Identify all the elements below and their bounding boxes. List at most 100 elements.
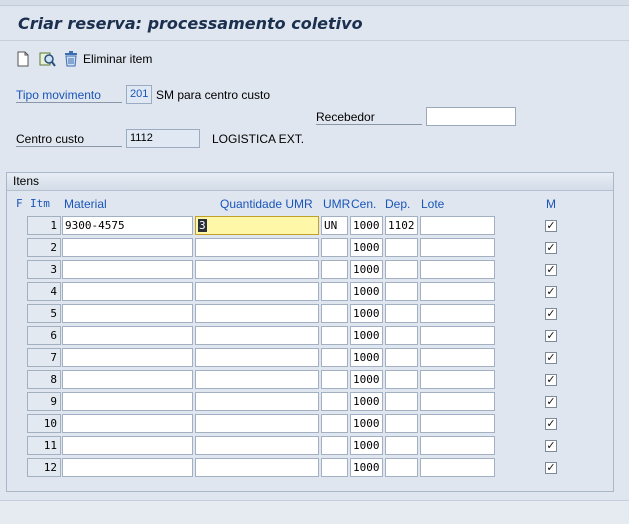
quantity-input[interactable] — [195, 348, 319, 367]
unit-input[interactable] — [321, 348, 348, 367]
final-issue-checkbox[interactable]: ✓ — [545, 396, 557, 408]
unit-input[interactable] — [321, 436, 348, 455]
storage-location-input[interactable] — [385, 304, 418, 323]
unit-input[interactable] — [321, 282, 348, 301]
final-issue-checkbox[interactable]: ✓ — [545, 220, 557, 232]
plant-input[interactable]: 1000 — [350, 326, 383, 345]
page-title: Criar reserva: processamento coletivo — [18, 14, 363, 33]
quantity-input[interactable] — [195, 436, 319, 455]
final-issue-checkbox[interactable]: ✓ — [545, 462, 557, 474]
plant-input[interactable]: 1000 — [350, 238, 383, 257]
final-issue-checkbox[interactable]: ✓ — [545, 286, 557, 298]
unit-input[interactable] — [321, 458, 348, 477]
batch-input[interactable] — [420, 392, 495, 411]
batch-input[interactable] — [420, 458, 495, 477]
unit-input[interactable] — [321, 414, 348, 433]
item-number-cell: 4 — [27, 282, 61, 301]
storage-location-input[interactable] — [385, 414, 418, 433]
material-input[interactable] — [62, 414, 193, 433]
material-input[interactable] — [62, 348, 193, 367]
find-icon[interactable] — [38, 50, 56, 68]
quantity-input[interactable] — [195, 392, 319, 411]
material-input[interactable]: 9300-4575 — [62, 216, 193, 235]
plant-input[interactable]: 1000 — [350, 260, 383, 279]
plant-input[interactable]: 1000 — [350, 458, 383, 477]
storage-location-input[interactable] — [385, 392, 418, 411]
unit-input[interactable] — [321, 326, 348, 345]
plant-input[interactable]: 1000 — [350, 392, 383, 411]
item-number-cell: 12 — [27, 458, 61, 477]
unit-input[interactable] — [321, 392, 348, 411]
plant-input[interactable]: 1000 — [350, 216, 383, 235]
storage-location-input[interactable] — [385, 238, 418, 257]
plant-input[interactable]: 1000 — [350, 414, 383, 433]
material-input[interactable] — [62, 304, 193, 323]
quantity-input[interactable] — [195, 238, 319, 257]
plant-input[interactable]: 1000 — [350, 304, 383, 323]
final-issue-checkbox[interactable]: ✓ — [545, 374, 557, 386]
quantity-input[interactable] — [195, 260, 319, 279]
storage-location-input[interactable] — [385, 260, 418, 279]
storage-location-input[interactable] — [385, 436, 418, 455]
material-input[interactable] — [62, 260, 193, 279]
recipient-input[interactable] — [426, 107, 516, 126]
material-input[interactable] — [62, 458, 193, 477]
quantity-input[interactable] — [195, 458, 319, 477]
storage-location-input[interactable] — [385, 348, 418, 367]
plant-input[interactable]: 1000 — [350, 348, 383, 367]
material-input[interactable] — [62, 392, 193, 411]
quantity-input[interactable] — [195, 326, 319, 345]
unit-input[interactable] — [321, 304, 348, 323]
quantity-input[interactable] — [195, 304, 319, 323]
batch-input[interactable] — [420, 436, 495, 455]
batch-input[interactable] — [420, 304, 495, 323]
final-issue-checkbox[interactable]: ✓ — [545, 352, 557, 364]
item-number-cell: 6 — [27, 326, 61, 345]
final-issue-checkbox[interactable]: ✓ — [545, 264, 557, 276]
plant-input[interactable]: 1000 — [350, 282, 383, 301]
storage-location-input[interactable] — [385, 458, 418, 477]
item-number-cell: 7 — [27, 348, 61, 367]
material-input[interactable] — [62, 282, 193, 301]
material-input[interactable] — [62, 238, 193, 257]
plant-input[interactable]: 1000 — [350, 436, 383, 455]
storage-location-input[interactable] — [385, 282, 418, 301]
quantity-input[interactable]: 3 — [195, 216, 319, 235]
final-issue-checkbox[interactable]: ✓ — [545, 330, 557, 342]
batch-input[interactable] — [420, 282, 495, 301]
unit-input[interactable] — [321, 260, 348, 279]
quantity-input[interactable] — [195, 414, 319, 433]
quantity-input[interactable] — [195, 282, 319, 301]
batch-input[interactable] — [420, 260, 495, 279]
item-number-cell: 11 — [27, 436, 61, 455]
unit-input[interactable] — [321, 370, 348, 389]
final-issue-checkbox[interactable]: ✓ — [545, 242, 557, 254]
delete-item-button[interactable]: Eliminar item — [83, 52, 152, 66]
storage-location-input[interactable] — [385, 370, 418, 389]
trash-icon[interactable] — [62, 50, 80, 68]
quantity-input[interactable] — [195, 370, 319, 389]
new-document-icon[interactable] — [14, 50, 32, 68]
movement-type-field[interactable]: 201 — [126, 85, 152, 104]
cost-center-field[interactable]: 1112 — [126, 129, 200, 148]
cost-center-label: Centro custo — [16, 132, 122, 147]
unit-input[interactable]: UN — [321, 216, 348, 235]
batch-input[interactable] — [420, 326, 495, 345]
item-number-cell: 1 — [27, 216, 61, 235]
material-input[interactable] — [62, 370, 193, 389]
final-issue-checkbox[interactable]: ✓ — [545, 418, 557, 430]
batch-input[interactable] — [420, 238, 495, 257]
plant-input[interactable]: 1000 — [350, 370, 383, 389]
movement-type-label: Tipo movimento — [16, 88, 122, 103]
batch-input[interactable] — [420, 414, 495, 433]
storage-location-input[interactable] — [385, 326, 418, 345]
material-input[interactable] — [62, 326, 193, 345]
final-issue-checkbox[interactable]: ✓ — [545, 308, 557, 320]
batch-input[interactable] — [420, 216, 495, 235]
storage-location-input[interactable]: 1102 — [385, 216, 418, 235]
unit-input[interactable] — [321, 238, 348, 257]
final-issue-checkbox[interactable]: ✓ — [545, 440, 557, 452]
batch-input[interactable] — [420, 370, 495, 389]
material-input[interactable] — [62, 436, 193, 455]
batch-input[interactable] — [420, 348, 495, 367]
